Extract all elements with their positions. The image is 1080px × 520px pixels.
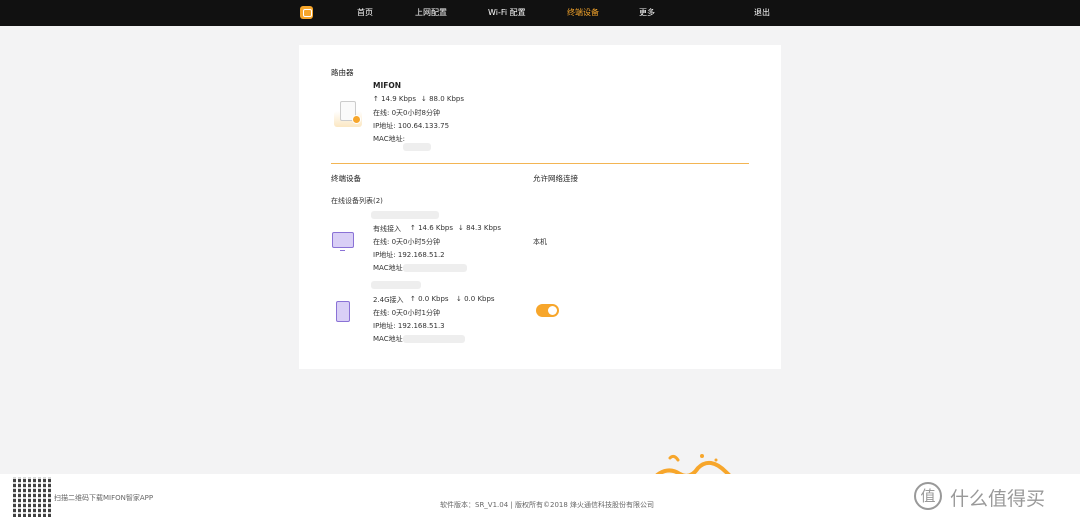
qr-download-text: 扫描二维码下载MIFON智家APP [54,494,154,502]
nav-terminal-devices[interactable]: 终端设备 [567,0,599,26]
device-connection-type: 2.4G接入 [373,296,404,304]
devices-section-title: 终端设备 [331,174,361,183]
online-device-list-title: 在线设备列表(2) [331,197,383,205]
device-online-time: 在线: 0天0小时1分钟 [373,309,440,317]
watermark-logo-icon: 值 [914,482,942,510]
router-icon [334,95,362,131]
device-mac-redacted [403,335,465,343]
device-online-time: 在线: 0天0小时5分钟 [373,238,440,246]
nav-more[interactable]: 更多 [639,0,655,26]
router-download-speed: ↓ 88.0 Kbps [421,95,465,103]
device-panel: 路由器 MIFON ↑ 14.9 Kbps ↓ 88.0 Kbps 在线: 0天… [299,45,781,369]
device-download-speed: ↓ 0.0 Kbps [456,295,495,303]
router-mac-label: MAC地址: [373,135,405,143]
device-mac-label: MAC地址: [373,264,405,272]
top-navbar: 首页 上网配置 Wi-Fi 配置 终端设备 更多 退出 [0,0,1080,26]
watermark-text: 什么值得买 [950,488,1046,510]
device-ip: IP地址: 192.168.51.3 [373,322,445,330]
allow-network-toggle[interactable] [536,304,559,317]
desktop-monitor-icon [332,232,354,251]
device-name-redacted [371,211,439,219]
allow-network-header: 允许网络连接 [533,174,578,183]
device-upload-speed: ↑ 0.0 Kbps [410,295,449,303]
router-ip: IP地址: 100.64.133.75 [373,122,450,130]
qr-code-pattern [13,477,53,517]
device-mac-label: MAC地址: [373,335,405,343]
router-section-title: 路由器 [331,68,354,77]
this-device-label: 本机 [533,238,547,246]
section-divider [331,163,749,164]
router-upload-speed: ↑ 14.9 Kbps [373,95,417,103]
device-mac-redacted [403,264,467,272]
device-upload-speed: ↑ 14.6 Kbps [410,224,454,232]
router-online-time: 在线: 0天0小时8分钟 [373,109,440,117]
device-connection-type: 有线接入 [373,225,401,233]
router-mac-redacted [403,143,431,151]
copyright-text: 软件版本：SR_V1.04 | 版权所有©2018 烽火通信科技股份有限公司 [440,501,655,509]
nav-home[interactable]: 首页 [357,0,373,26]
router-name: MIFON [373,81,402,90]
device-ip: IP地址: 192.168.51.2 [373,251,445,259]
device-download-speed: ↓ 84.3 Kbps [458,224,502,232]
mifon-logo-icon[interactable] [300,6,313,19]
logout-button[interactable]: 退出 [754,0,770,26]
toggle-knob [548,306,557,315]
device-name-redacted [371,281,421,289]
nav-internet-config[interactable]: 上网配置 [415,0,447,26]
nav-wifi-config[interactable]: Wi-Fi 配置 [488,0,526,26]
tablet-icon [336,301,350,322]
